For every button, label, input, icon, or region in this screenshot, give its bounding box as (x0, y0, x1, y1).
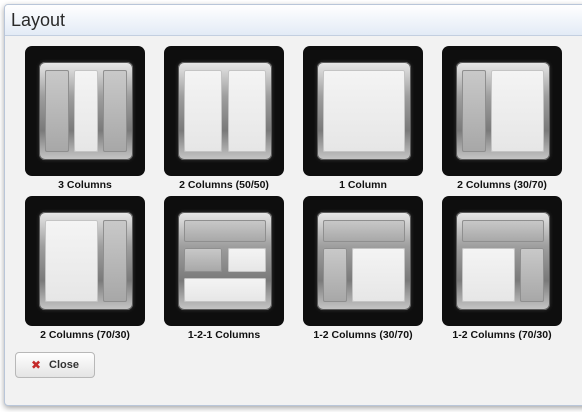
layout-option-1-2-columns-70-30[interactable]: 1-2 Columns (70/30) (434, 196, 570, 342)
dialog-title-bar: Layout (5, 5, 582, 36)
layout-label: 2 Columns (50/50) (179, 179, 269, 191)
layout-thumbnail-1-column (303, 46, 423, 176)
layout-thumbnail-2-columns-50-50 (164, 46, 284, 176)
layout-thumbnail-1-2-columns-30-70 (303, 196, 423, 326)
layout-label: 1-2-1 Columns (187, 329, 261, 341)
layout-dialog: Layout 3 Columns 2 Columns (50/50) 1 Col… (4, 4, 582, 406)
layout-options-grid: 3 Columns 2 Columns (50/50) 1 Column 2 C… (17, 46, 570, 342)
close-x-icon: ✖ (30, 358, 42, 372)
layout-thumbnail-1-2-columns-70-30 (442, 196, 562, 326)
layout-option-1-2-1-columns[interactable]: 1-2-1 Columns (156, 196, 292, 342)
layout-option-3-columns[interactable]: 3 Columns (17, 46, 153, 192)
layout-label: 2 Columns (70/30) (40, 329, 130, 341)
layout-option-2-columns-30-70[interactable]: 2 Columns (30/70) (434, 46, 570, 192)
layout-label: 1-2 Columns (70/30) (452, 329, 552, 341)
layout-label: 1-2 Columns (30/70) (313, 329, 413, 341)
dialog-title: Layout (11, 9, 66, 30)
layout-label: 1 Column (339, 179, 387, 191)
layout-label: 2 Columns (30/70) (457, 179, 547, 191)
layout-thumbnail-1-2-1-columns (164, 196, 284, 326)
layout-thumbnail-2-columns-30-70 (442, 46, 562, 176)
close-button[interactable]: ✖ Close (15, 352, 95, 378)
close-button-label: Close (49, 359, 80, 371)
layout-option-1-column[interactable]: 1 Column (295, 46, 431, 192)
layout-thumbnail-2-columns-70-30 (25, 196, 145, 326)
layout-option-1-2-columns-30-70[interactable]: 1-2 Columns (30/70) (295, 196, 431, 342)
layout-label: 3 Columns (58, 179, 112, 191)
layout-thumbnail-3-columns (25, 46, 145, 176)
layout-option-2-columns-70-30[interactable]: 2 Columns (70/30) (17, 196, 153, 342)
layout-option-2-columns-50-50[interactable]: 2 Columns (50/50) (156, 46, 292, 192)
